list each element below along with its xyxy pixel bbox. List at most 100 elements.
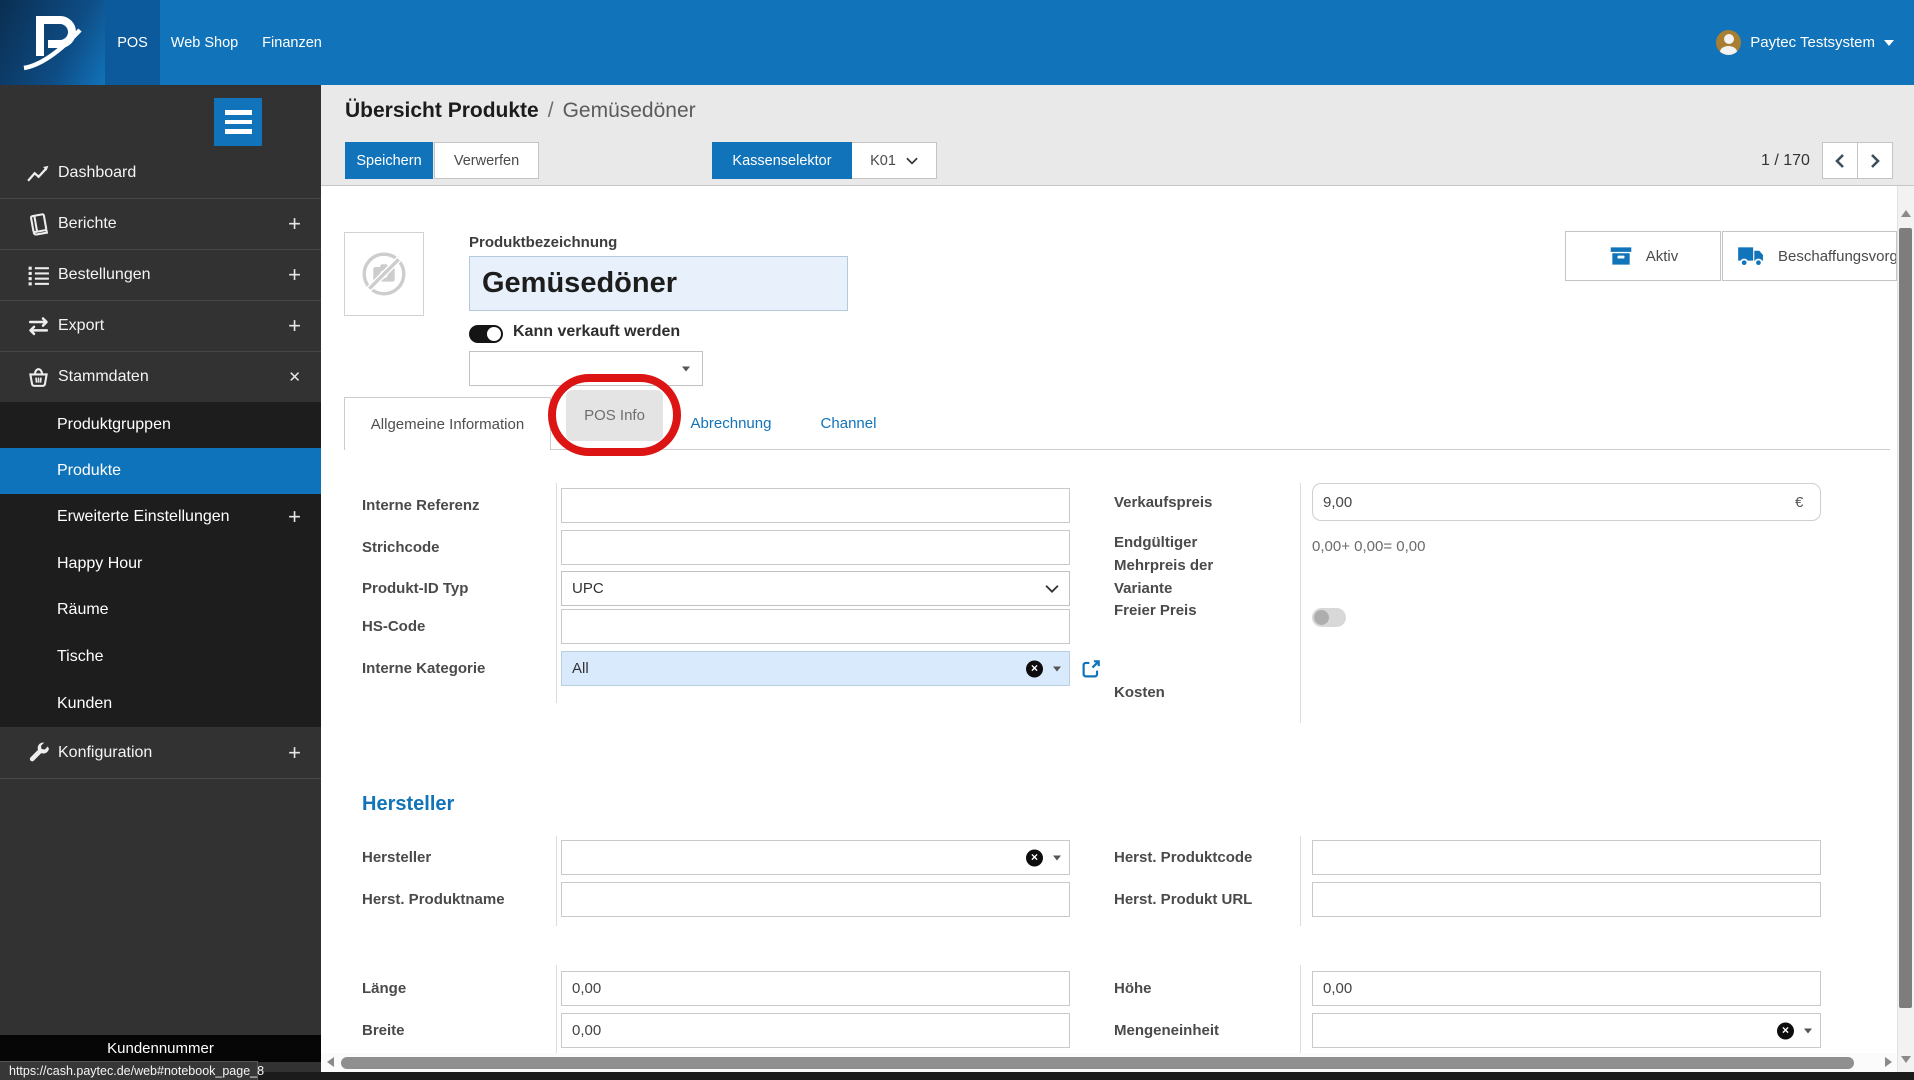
produkt-id-typ-select[interactable]: UPC	[561, 571, 1070, 606]
sidebar-item-stammdaten[interactable]: Stammdaten ✕	[0, 351, 321, 402]
breadcrumb-separator: /	[547, 99, 554, 122]
sidebar-subitem-tische[interactable]: Tische	[0, 634, 321, 680]
expand-plus-icon[interactable]: +	[288, 313, 301, 339]
herst-produkt-url-input[interactable]	[1312, 882, 1821, 917]
freier-preis-toggle[interactable]	[1312, 608, 1346, 627]
user-name: Paytec Testsystem	[1750, 34, 1875, 51]
breadcrumb-current: Gemüsedöner	[562, 99, 696, 122]
pager-next-button[interactable]	[1857, 142, 1893, 179]
product-image-placeholder[interactable]	[344, 232, 424, 316]
hersteller-select[interactable]	[561, 840, 1070, 875]
field-label-herst-produkt-url: Herst. Produkt URL	[1114, 891, 1253, 908]
tabs-baseline	[344, 449, 1890, 450]
tab-label: POS Info	[584, 407, 645, 424]
chevron-down-icon[interactable]	[1053, 855, 1061, 860]
chevron-right-icon	[1871, 153, 1880, 168]
sidebar-subitem-happy-hour[interactable]: Happy Hour	[0, 541, 321, 587]
product-name-label: Produktbezeichnung	[469, 234, 618, 251]
topnav-label: Web Shop	[170, 34, 239, 51]
laenge-input[interactable]	[561, 971, 1070, 1006]
verkaufspreis-input[interactable]	[1312, 483, 1821, 521]
scroll-right-arrow-icon[interactable]	[1885, 1057, 1892, 1067]
tab-channel[interactable]: Channel	[806, 397, 891, 449]
field-label-breite: Breite	[362, 1022, 405, 1039]
group-divider	[556, 483, 557, 703]
field-label-hersteller: Hersteller	[362, 849, 432, 866]
interne-referenz-input[interactable]	[561, 488, 1070, 523]
subitem-label: Tische	[57, 648, 104, 665]
clear-icon[interactable]	[1026, 660, 1043, 677]
topnav-item-pos[interactable]: POS	[105, 0, 160, 85]
kasse-select[interactable]: K01	[852, 142, 937, 179]
clear-icon[interactable]	[1026, 849, 1043, 866]
field-label-hs-code: HS-Code	[362, 618, 426, 635]
toggle-knob	[487, 327, 501, 341]
tab-allgemeine-information[interactable]: Allgemeine Information	[344, 397, 551, 450]
interne-kategorie-select[interactable]: All	[561, 651, 1070, 686]
scroll-left-arrow-icon[interactable]	[327, 1057, 334, 1067]
pager-prev-button[interactable]	[1822, 142, 1858, 179]
sidebar-item-label: Dashboard	[58, 163, 137, 181]
sidebar-item-dashboard[interactable]: Dashboard	[0, 147, 321, 198]
product-type-select[interactable]	[469, 351, 703, 386]
expand-plus-icon[interactable]: +	[288, 740, 301, 766]
herst-produktname-input[interactable]	[561, 882, 1070, 917]
sidebar-subitem-raeume[interactable]: Räume	[0, 587, 321, 633]
chevron-left-icon	[1835, 153, 1844, 168]
sidebar-subitem-produktgruppen[interactable]: Produktgruppen	[0, 402, 321, 448]
tab-pos-info[interactable]: POS Info	[566, 390, 663, 441]
sidebar-subitem-produkte[interactable]: Produkte	[0, 448, 321, 494]
sidebar-item-konfiguration[interactable]: Konfiguration +	[0, 727, 321, 778]
chevron-down-icon[interactable]	[1053, 666, 1061, 671]
discard-button[interactable]: Verwerfen	[434, 142, 539, 179]
topnav-label: POS	[117, 34, 148, 51]
chevron-down-icon[interactable]	[1804, 1028, 1812, 1033]
hoehe-input[interactable]	[1312, 971, 1821, 1006]
scroll-down-arrow-icon[interactable]	[1901, 1056, 1911, 1063]
external-link-icon[interactable]	[1080, 658, 1102, 680]
sidebar-subitem-erweiterte-einstellungen[interactable]: Erweiterte Einstellungen +	[0, 494, 321, 540]
expand-plus-icon[interactable]: +	[288, 262, 301, 288]
field-label-mehrpreis: Endgültiger Mehrpreis der Variante	[1114, 534, 1214, 597]
sidebar-item-label: Konfiguration	[58, 743, 153, 761]
kassenselektor-button[interactable]: Kassenselektor	[712, 142, 852, 179]
tab-abrechnung[interactable]: Abrechnung	[676, 397, 786, 449]
save-button[interactable]: Speichern	[345, 142, 433, 179]
aktiv-button[interactable]: Aktiv	[1565, 231, 1721, 281]
breadcrumb-parent[interactable]: Übersicht Produkte	[345, 99, 539, 123]
chevron-down-icon	[1884, 39, 1894, 46]
user-menu[interactable]: Paytec Testsystem	[1716, 0, 1894, 85]
scroll-up-arrow-icon[interactable]	[1901, 210, 1911, 217]
clear-icon[interactable]	[1777, 1022, 1794, 1039]
mengeneinheit-select[interactable]	[1312, 1013, 1821, 1048]
topnav-item-finanzen[interactable]: Finanzen	[252, 0, 332, 85]
breite-input[interactable]	[561, 1013, 1070, 1048]
topnav-item-webshop[interactable]: Web Shop	[163, 0, 246, 85]
field-label-interne-referenz: Interne Referenz	[362, 497, 480, 514]
sidebar-item-export[interactable]: Export +	[0, 300, 321, 351]
collapse-close-icon[interactable]: ✕	[288, 368, 301, 386]
product-name-input[interactable]	[469, 256, 848, 311]
transfer-arrows-icon	[28, 316, 49, 335]
sellable-toggle[interactable]	[469, 325, 503, 343]
horizontal-scrollbar-thumb[interactable]	[341, 1056, 1854, 1069]
chart-line-icon	[27, 165, 49, 182]
brand-logo[interactable]	[0, 0, 105, 85]
hamburger-menu-button[interactable]	[214, 98, 262, 146]
vertical-scrollbar-thumb[interactable]	[1899, 228, 1912, 1008]
sidebar-item-bestellungen[interactable]: Bestellungen +	[0, 249, 321, 300]
herst-produktcode-input[interactable]	[1312, 840, 1821, 875]
strichcode-input[interactable]	[561, 530, 1070, 565]
expand-plus-icon[interactable]: +	[288, 211, 301, 237]
beschaffung-button[interactable]: Beschaffungsvorg	[1722, 231, 1897, 281]
sidebar-item-berichte[interactable]: Berichte +	[0, 198, 321, 249]
archive-box-icon	[1610, 247, 1632, 265]
divider	[0, 778, 321, 779]
expand-plus-icon[interactable]: +	[288, 504, 301, 530]
subitem-label: Produktgruppen	[57, 416, 171, 433]
sidebar-subitem-kunden[interactable]: Kunden	[0, 681, 321, 727]
field-label-herst-produktname: Herst. Produktname	[362, 891, 505, 908]
group-divider	[556, 836, 557, 926]
hs-code-input[interactable]	[561, 609, 1070, 644]
kasse-value: K01	[870, 152, 896, 169]
